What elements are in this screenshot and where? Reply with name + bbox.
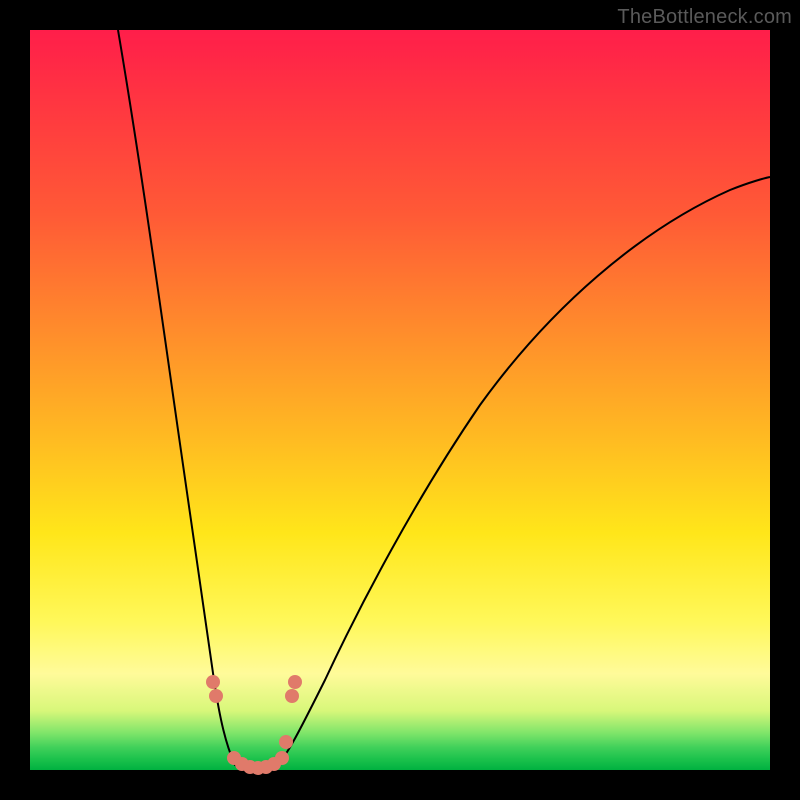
marker-dot — [206, 675, 220, 689]
watermark-text: TheBottleneck.com — [617, 6, 792, 29]
marker-dot — [279, 735, 293, 749]
curves-layer — [30, 30, 770, 770]
marker-dot — [288, 675, 302, 689]
curve-right — [273, 177, 770, 770]
chart-root: TheBottleneck.com — [0, 0, 800, 800]
marker-dot — [275, 751, 289, 765]
marker-dot — [209, 689, 223, 703]
curve-left — [118, 30, 243, 770]
marker-dot — [285, 689, 299, 703]
